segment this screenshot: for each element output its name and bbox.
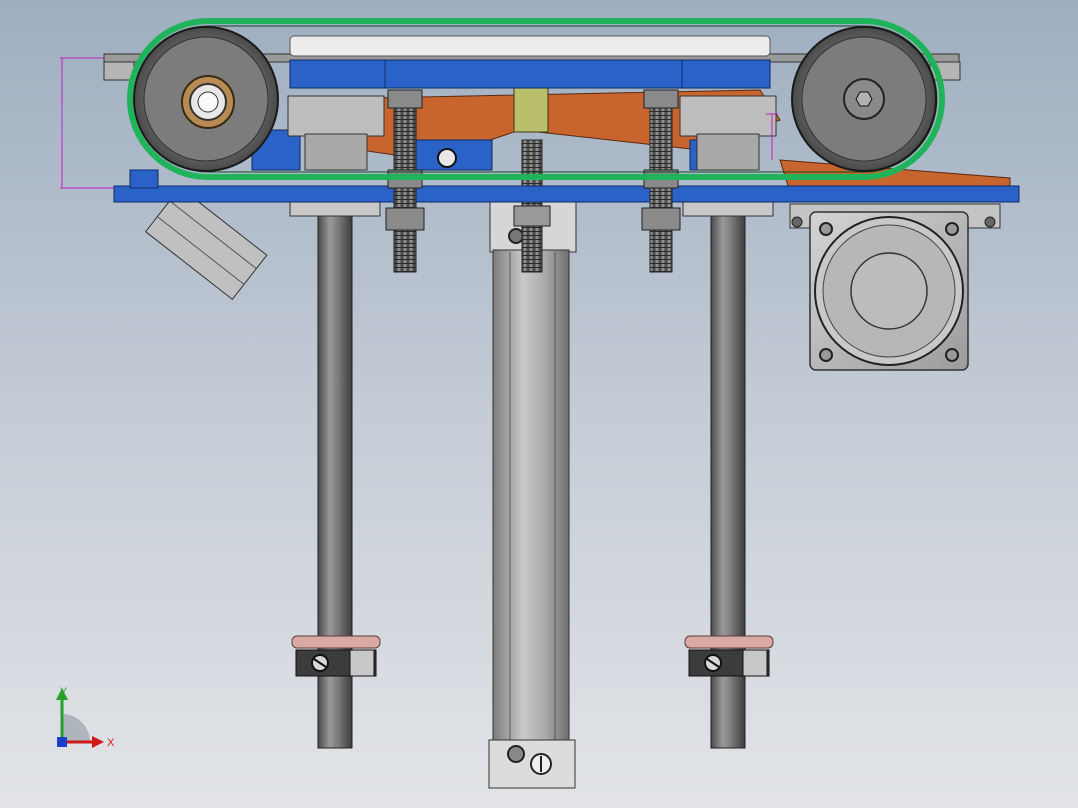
cad-viewport[interactable] — [0, 0, 1078, 808]
z-axis-origin-icon — [57, 737, 67, 747]
y-axis-label: Y — [60, 686, 68, 698]
right-idler-pulley[interactable] — [791, 26, 937, 172]
left-linear-bearing — [287, 95, 385, 171]
angled-cylinder — [144, 186, 268, 301]
left-drive-pulley[interactable] — [133, 26, 279, 172]
coordinate-triad: Y X — [56, 686, 115, 749]
right-stop-collar — [684, 635, 774, 677]
left-stop-collar — [291, 635, 381, 677]
center-coupler — [513, 85, 549, 133]
drive-motor[interactable] — [789, 203, 1001, 371]
x-axis-label: X — [107, 737, 115, 749]
center-cylinder[interactable] — [488, 199, 577, 789]
